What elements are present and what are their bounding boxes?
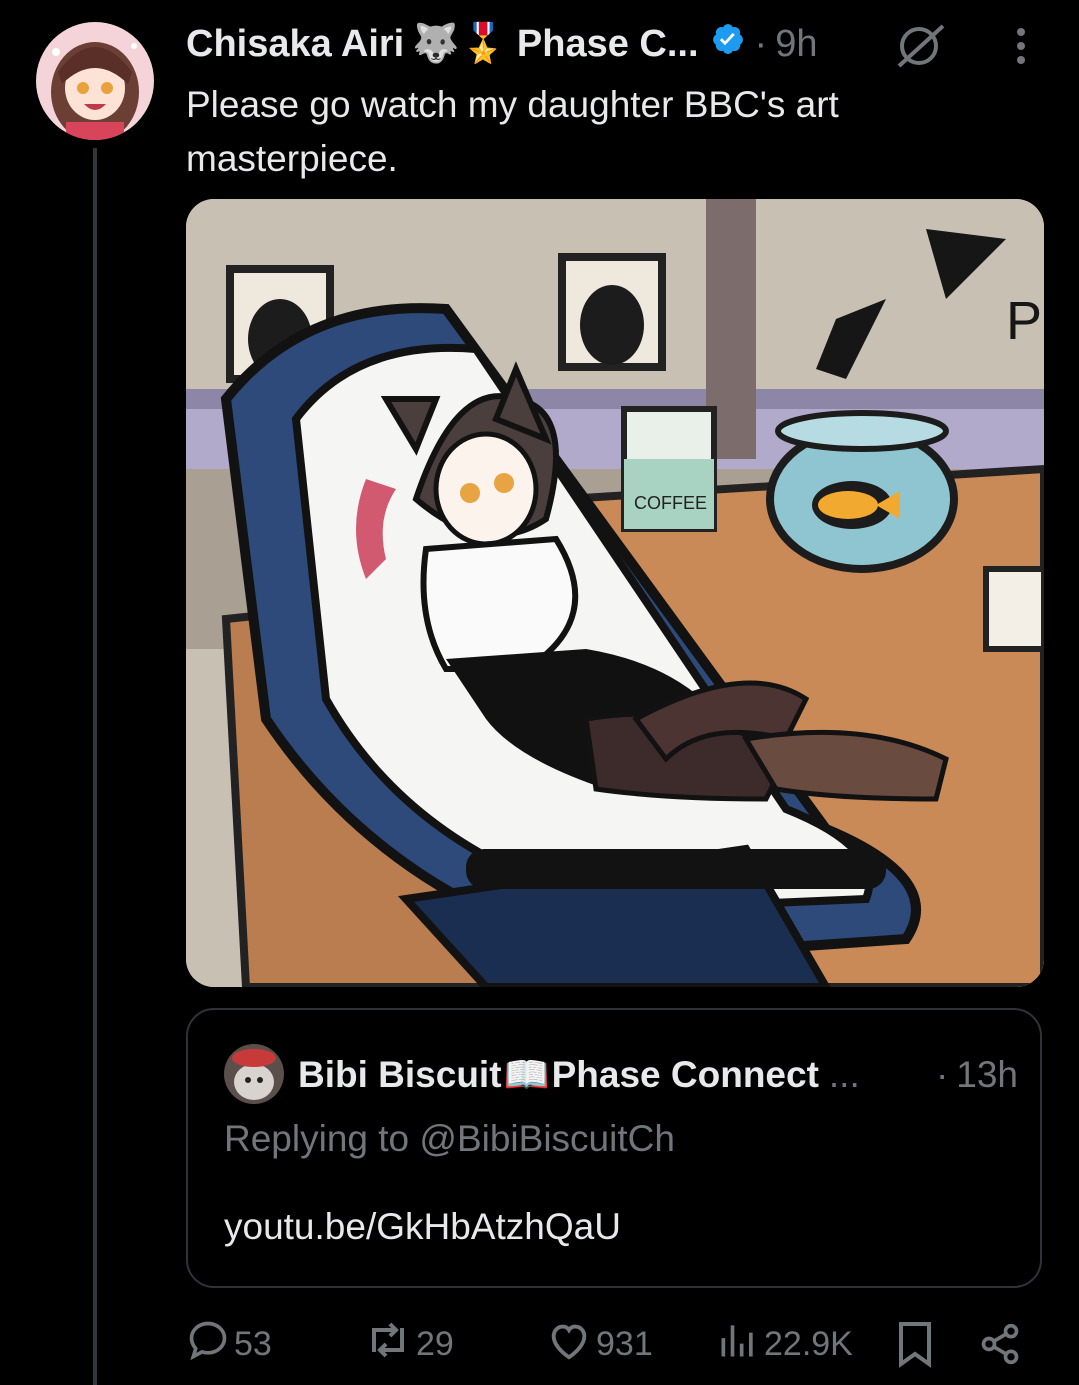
author-emoji: 🐺🎖️ [412,23,507,65]
bookmark-icon[interactable] [894,1316,936,1372]
reply-count: 53 [234,1324,272,1363]
grok-icon[interactable] [893,22,949,75]
quote-replying-to: Replying to @BibiBiscuitCh [224,1118,675,1160]
quote-separator: · [935,1054,949,1095]
replying-handle[interactable]: @BibiBiscuitCh [419,1118,675,1159]
thread-line [93,148,97,1385]
post-separator: · [754,22,768,65]
author-avatar[interactable] [36,22,154,140]
coffee-label: COFFEE [634,493,707,513]
like-icon [546,1318,592,1371]
author-name[interactable]: Chisaka Airi [186,23,404,66]
repost-count: 29 [416,1324,454,1363]
quote-author-name[interactable]: Bibi Biscuit [298,1054,502,1096]
wall-letter: P [1006,291,1042,351]
views-button[interactable]: 22.9K [716,1316,853,1372]
quoted-post[interactable]: Bibi Biscuit 📖 Phase Connect ... · 13h R… [186,1008,1042,1288]
like-count: 931 [596,1324,653,1363]
replying-prefix: Replying to [224,1118,410,1159]
quote-affiliation[interactable]: Phase Connect [552,1054,819,1096]
reply-button[interactable]: 53 [186,1316,272,1372]
post-image[interactable]: P COFFEE [186,199,1044,987]
like-button[interactable]: 931 [546,1316,653,1372]
views-count: 22.9K [764,1324,853,1363]
repost-button[interactable]: 29 [364,1316,454,1372]
more-icon[interactable] [1006,24,1036,68]
quote-time[interactable]: 13h [956,1054,1018,1096]
post-time[interactable]: 9h [775,23,817,66]
share-icon[interactable] [978,1316,1022,1372]
quote-ellipsis: ... [828,1054,860,1095]
verified-icon [711,22,745,66]
book-emoji: 📖 [503,1053,550,1095]
quote-avatar[interactable] [224,1044,284,1104]
post-text: Please go watch my daughter BBC's art ma… [186,84,839,179]
action-bar: 53 29 931 22.9K [186,1316,1046,1372]
post-header: Chisaka Airi 🐺🎖️ Phase C... · 9h [186,18,817,70]
views-icon [716,1318,760,1371]
quote-link[interactable]: youtu.be/GkHbAtzhQaU [224,1206,621,1248]
author-affiliation[interactable]: Phase C... [517,23,699,66]
reply-icon [186,1318,230,1371]
quote-header: Bibi Biscuit 📖 Phase Connect ... · 13h [298,1050,1018,1100]
repost-icon [364,1318,412,1371]
